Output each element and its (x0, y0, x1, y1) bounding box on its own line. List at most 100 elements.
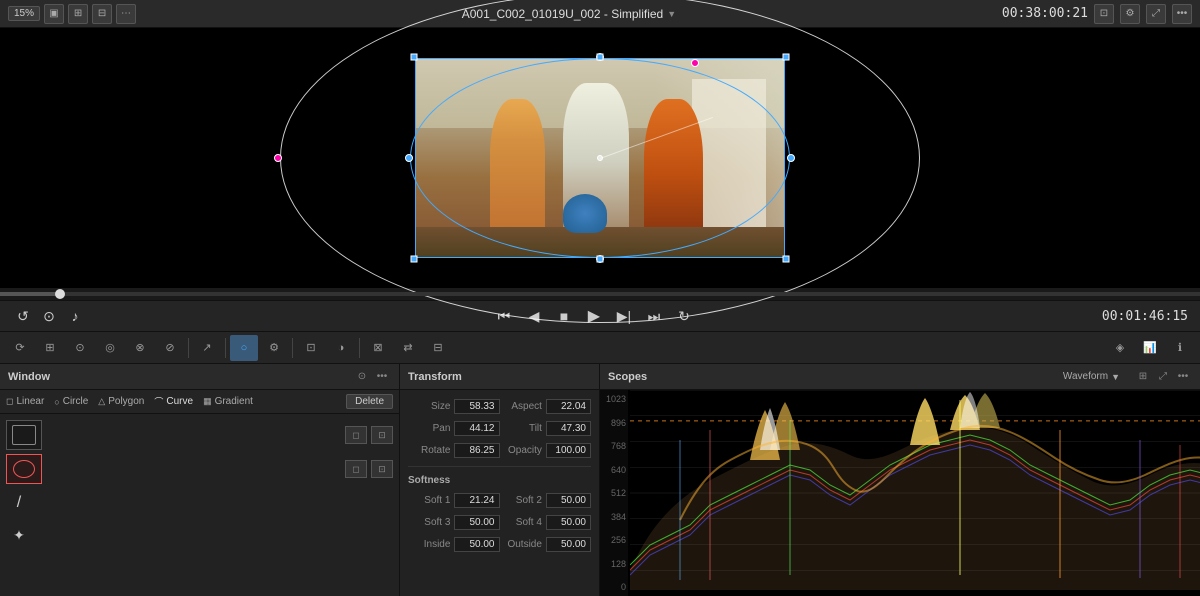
viewer-area (0, 28, 1200, 288)
skip-start-btn[interactable]: ⏮ (493, 305, 515, 327)
tool-vfx[interactable]: ⊗ (126, 335, 154, 361)
handle-outer-left[interactable] (274, 154, 282, 162)
skip-end-btn[interactable]: ⏭ (643, 305, 665, 327)
prev-frame-btn[interactable]: ◀ (523, 305, 545, 327)
size-label: Size (408, 401, 454, 412)
layout-d-btn[interactable]: ⋯ (116, 4, 136, 24)
progress-track[interactable] (0, 292, 1200, 296)
progress-thumb[interactable] (55, 289, 65, 299)
soft4-value[interactable]: 50.00 (546, 515, 591, 530)
stop-btn[interactable]: ■ (553, 305, 575, 327)
tool-camera[interactable]: ⊡ (297, 335, 325, 361)
inside-label: Inside (408, 539, 454, 550)
transform-header: Transform (400, 364, 599, 390)
tool-graph[interactable]: 📊 (1136, 335, 1164, 361)
tool-transition[interactable]: ⇄ (394, 335, 422, 361)
tool-arrow[interactable]: ↗ (193, 335, 221, 361)
pen-tool-btn[interactable]: / (6, 490, 32, 516)
inside-row: Inside 50.00 Outside 50.00 (408, 534, 591, 554)
bbox-tm[interactable] (597, 54, 604, 61)
tool-overlay[interactable]: ⊠ (364, 335, 392, 361)
tab-circle-label: Circle (63, 396, 89, 407)
title-dropdown-icon[interactable]: ▼ (667, 9, 676, 19)
settings-btn[interactable]: ⚙ (1120, 4, 1140, 24)
bbox-bl[interactable] (411, 256, 418, 263)
tool-gear[interactable]: ⚙ (260, 335, 288, 361)
bbox-br[interactable] (783, 256, 790, 263)
audio-btn[interactable]: ♪ (64, 305, 86, 327)
loop-btn[interactable]: ↻ (673, 305, 695, 327)
header-timecode: 00:38:00:21 (1002, 6, 1088, 21)
rotate-value[interactable]: 86.25 (454, 443, 499, 458)
shape-ctrl-1[interactable]: ◻ (345, 426, 367, 444)
zoom-level[interactable]: 15% (8, 6, 40, 21)
tool-transform[interactable]: ⟳ (6, 335, 34, 361)
shape-ctrl-3[interactable]: ◻ (345, 460, 367, 478)
pan-value[interactable]: 44.12 (454, 421, 499, 436)
next-frame-btn[interactable]: ▶| (613, 305, 635, 327)
outside-value[interactable]: 50.00 (546, 537, 591, 552)
tool-magic[interactable]: ⊙ (66, 335, 94, 361)
inside-value[interactable]: 50.00 (454, 537, 499, 552)
tool-grade[interactable]: ◑ (327, 335, 355, 361)
main-bottom: Window ⊙ ••• ◻ Linear ○ Circle △ Polygon… (0, 364, 1200, 596)
expand-btn[interactable]: ⤢ (1146, 4, 1166, 24)
tab-circle[interactable]: ○ Circle (54, 396, 88, 407)
shape-ctrl-4[interactable]: ⊡ (371, 460, 393, 478)
rect-thumbnail[interactable] (6, 420, 42, 450)
delete-btn[interactable]: Delete (346, 394, 393, 409)
soft2-value[interactable]: 50.00 (546, 493, 591, 508)
scopes-expand-btn[interactable]: ⤢ (1154, 368, 1172, 386)
bbox-bm[interactable] (597, 256, 604, 263)
circle-thumbnail[interactable] (6, 454, 42, 484)
rotate-left-btn[interactable]: ↺ (12, 305, 34, 327)
monitor-btn[interactable]: ⊡ (1094, 4, 1114, 24)
tool-ellipse[interactable]: ○ (230, 335, 258, 361)
size-value[interactable]: 58.33 (454, 399, 499, 414)
window-more-btn[interactable]: ••• (373, 368, 391, 386)
soft3-row: Soft 3 50.00 Soft 4 50.00 (408, 512, 591, 532)
soft3-value[interactable]: 50.00 (454, 515, 499, 530)
tab-gradient-label: Gradient (215, 396, 253, 407)
tool-info[interactable]: ℹ (1166, 335, 1194, 361)
handle-right[interactable] (787, 154, 795, 162)
handle-left[interactable] (405, 154, 413, 162)
wf-label-768: 768 (602, 441, 626, 451)
tool-txt[interactable]: ⊘ (156, 335, 184, 361)
shape-controls-right-2: ◻ ⊡ (345, 460, 393, 478)
layout-b-btn[interactable]: ⊞ (68, 4, 88, 24)
progress-bar-area[interactable] (0, 288, 1200, 300)
scopes-layout-btn[interactable]: ⊞ (1134, 368, 1152, 386)
aspect-value[interactable]: 22.04 (546, 399, 591, 414)
handle-outer-right[interactable] (691, 59, 699, 67)
tool-crop[interactable]: ⊞ (36, 335, 64, 361)
layout-c-btn[interactable]: ⊟ (92, 4, 112, 24)
play-btn[interactable]: ▶ (583, 305, 605, 327)
bbox-tl[interactable] (411, 54, 418, 61)
layout-a-btn[interactable]: ▣ (44, 4, 64, 24)
tab-linear[interactable]: ◻ Linear (6, 396, 44, 407)
tab-polygon[interactable]: △ Polygon (98, 396, 144, 407)
tab-gradient[interactable]: ▦ Gradient (203, 396, 253, 407)
bbox-tr[interactable] (783, 54, 790, 61)
scopes-mode-dropdown[interactable]: Waveform ▼ (1063, 371, 1120, 382)
opacity-value[interactable]: 100.00 (546, 443, 591, 458)
tool-fx[interactable]: ◈ (1106, 335, 1134, 361)
center-transport-controls: ⏮ ◀ ■ ▶ ▶| ⏭ ↻ (493, 305, 695, 327)
tool-audio[interactable]: ⊟ (424, 335, 452, 361)
tab-curve-label: Curve (166, 396, 193, 407)
tilt-label: Tilt (500, 423, 546, 434)
tool-icons-row2: ✦ (6, 522, 393, 548)
node-tool-btn[interactable]: ✦ (6, 522, 32, 548)
tab-curve[interactable]: ⌒ Curve (154, 395, 193, 408)
shape-ctrl-2[interactable]: ⊡ (371, 426, 393, 444)
soft1-value[interactable]: 21.24 (454, 493, 499, 508)
viewer-settings-btn[interactable]: ⊙ (38, 305, 60, 327)
scopes-more-btn[interactable]: ••• (1174, 368, 1192, 386)
tool-blur[interactable]: ◎ (96, 335, 124, 361)
gradient-icon: ▦ (203, 396, 212, 407)
window-minimize-btn[interactable]: ⊙ (353, 368, 371, 386)
more-btn[interactable]: ••• (1172, 4, 1192, 24)
tilt-value[interactable]: 47.30 (546, 421, 591, 436)
window-panel-title: Window (8, 371, 50, 383)
